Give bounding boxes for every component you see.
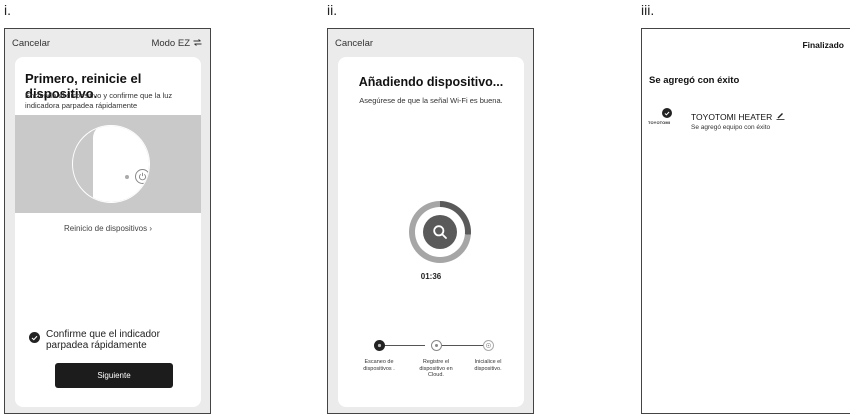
step-connector	[442, 345, 483, 346]
step-2-label: Registre el dispositivo en Cloud.	[419, 359, 453, 378]
panel-label-ii: ii.	[327, 2, 338, 18]
step-2-register-indicator	[431, 340, 442, 351]
step-1-scan-indicator	[374, 340, 385, 351]
device-name-row[interactable]: TOYOTOMI HEATER	[691, 111, 785, 122]
swap-arrows-icon	[193, 38, 202, 49]
brand-logo-text: TOYOTOMI	[648, 120, 670, 125]
chevron-right-icon: ›	[149, 224, 153, 233]
cancel-button[interactable]: Cancelar	[12, 38, 50, 49]
countdown-timer: 01:36	[420, 272, 442, 281]
phone-screen-success: Finalizado Se agregó con éxito TOYOTOMI …	[641, 28, 850, 414]
done-button[interactable]: Finalizado	[802, 40, 844, 50]
cancel-button[interactable]: Cancelar	[335, 38, 373, 49]
top-bar: Cancelar Modo EZ	[5, 29, 210, 57]
checkmark-icon	[29, 332, 40, 343]
panel-label-iii: iii.	[641, 2, 655, 18]
confirm-blink-label: Confirme que el indicador parpadea rápid…	[46, 329, 160, 351]
top-bar: Cancelar	[328, 29, 533, 57]
step-connector	[385, 345, 425, 346]
step-1-label: Escaneo de dispositivos .	[363, 359, 395, 372]
progress-ring	[409, 201, 471, 263]
ez-mode-label: Modo EZ	[151, 38, 190, 49]
step-3-label: Inicialice el dispositivo.	[474, 359, 502, 372]
power-icon	[135, 169, 149, 184]
device-status-text: Se agregó equipo con éxito	[691, 124, 771, 131]
reset-card: Primero, reinicie el dispositivo. Encien…	[15, 57, 201, 407]
wifi-hint-text: Asegúrese de que la señal Wi-Fi es buena…	[359, 96, 503, 105]
indicator-light-icon	[125, 175, 129, 179]
search-icon	[423, 215, 457, 249]
confirm-blink-checkbox[interactable]: Confirme que el indicador parpadea rápid…	[29, 329, 194, 351]
device-logo: TOYOTOMI	[648, 108, 680, 126]
step-3-init-indicator	[483, 340, 494, 351]
phone-screen-reset: Cancelar Modo EZ Primero, reinicie el di…	[4, 28, 211, 414]
edit-pencil-icon[interactable]	[776, 111, 785, 122]
reset-devices-link[interactable]: Reinicio de dispositivos ›	[15, 224, 201, 233]
device-name: TOYOTOMI HEATER	[691, 111, 773, 122]
adding-card: Añadiendo dispositivo... Asegúrese de qu…	[338, 57, 524, 407]
device-body	[93, 126, 149, 202]
checkmark-icon	[662, 108, 672, 118]
instruction-text: Encienda el dispositivo y confirme que l…	[25, 91, 173, 110]
device-zoom-circle	[72, 125, 150, 203]
reset-devices-link-label: Reinicio de dispositivos	[63, 224, 148, 233]
phone-screen-adding: Cancelar Añadiendo dispositivo... Asegúr…	[327, 28, 534, 414]
next-button[interactable]: Siguiente	[55, 363, 173, 388]
page-title: Añadiendo dispositivo...	[358, 75, 504, 89]
success-title: Se agregó con éxito	[649, 75, 740, 86]
panel-label-i: i.	[4, 2, 11, 18]
ez-mode-button[interactable]: Modo EZ	[151, 38, 202, 49]
device-illustration	[15, 115, 201, 213]
